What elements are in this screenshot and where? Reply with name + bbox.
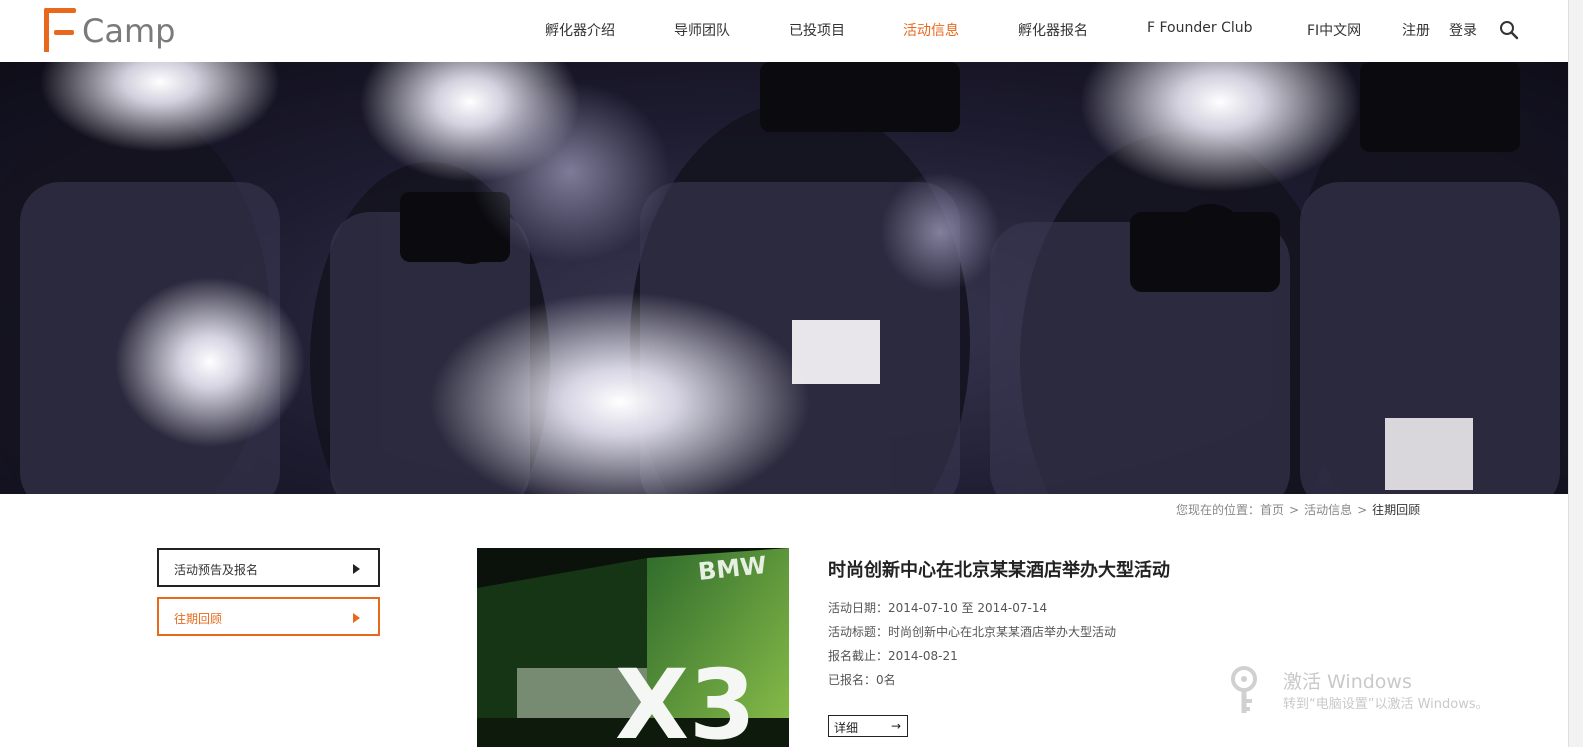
event-date: 活动日期：2014-07-10 至 2014-07-14 [828,601,1048,615]
detail-button-label: 详细 [834,721,859,735]
bmw-x3-event-photo: BMW X3 [477,548,789,747]
hero-banner-image [0,62,1568,494]
nav-item-events[interactable]: 活动信息 [903,20,959,40]
breadcrumb-home[interactable]: 首页 [1260,503,1284,517]
breadcrumb-separator: > [1357,503,1368,517]
event-deadline: 报名截止：2014-08-21 [828,649,958,663]
photographers-photo [0,62,1568,494]
breadcrumb-separator: > [1289,503,1300,517]
x3-text: X3 [615,649,756,747]
nav-item-portfolio[interactable]: 已投项目 [789,20,845,40]
nav-item-incubator-intro[interactable]: 孵化器介绍 [545,20,615,40]
event-subject: 活动标题：时尚创新中心在北京某某酒店举办大型活动 [828,625,1117,639]
breadcrumb-current: 往期回顾 [1372,503,1421,517]
sidebar-item-label: 往期回顾 [174,612,223,626]
event-thumbnail[interactable]: BMW X3 [477,548,789,747]
search-icon[interactable] [1499,20,1519,40]
nav-item-mentors[interactable]: 导师团队 [674,20,730,40]
key-icon [1231,666,1257,713]
nav-item-founder-club[interactable]: F Founder Club [1147,20,1253,36]
sidebar-item-past-events[interactable]: 往期回顾 [157,597,380,636]
sidebar-item-upcoming-events[interactable]: 活动预告及报名 [157,548,380,587]
triangle-right-icon [353,613,360,623]
register-link[interactable]: 注册 [1402,20,1430,40]
nav-item-apply[interactable]: 孵化器报名 [1018,20,1088,40]
breadcrumb-section[interactable]: 活动信息 [1304,503,1352,517]
arrow-right-icon: → [890,719,901,733]
watermark-subtitle: 转到“电脑设置”以激活 Windows。 [1283,697,1489,712]
triangle-right-icon [353,564,360,574]
event-title[interactable]: 时尚创新中心在北京某某酒店举办大型活动 [828,556,1170,582]
nav-item-fi-chinese[interactable]: FI中文网 [1307,20,1361,40]
page-scrollbar[interactable] [1568,0,1583,747]
main-nav: 孵化器介绍 导师团队 已投项目 活动信息 孵化器报名 F Founder Clu… [0,0,1583,62]
windows-activation-watermark: 激活 Windows 转到“电脑设置”以激活 Windows。 [1228,665,1528,715]
breadcrumb-prefix: 您现在的位置： [1176,503,1261,517]
event-detail-button[interactable]: 详细 → [828,715,908,737]
breadcrumb: 您现在的位置：首页 > 活动信息 > 往期回顾 [1176,501,1420,518]
sidebar-item-label: 活动预告及报名 [174,563,259,577]
login-link[interactable]: 登录 [1449,20,1477,40]
event-registered-count: 已报名：0名 [828,673,896,687]
site-header: Camp 孵化器介绍 导师团队 已投项目 活动信息 孵化器报名 F Founde… [0,0,1583,62]
watermark-title: 激活 Windows [1283,671,1412,693]
